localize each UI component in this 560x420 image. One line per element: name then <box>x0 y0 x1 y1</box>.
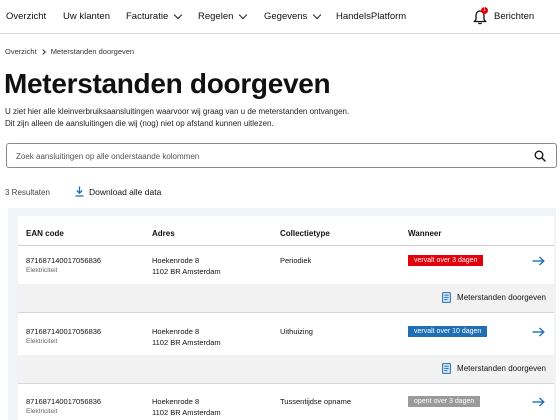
row-action-bar: Meterstanden doorgeven <box>18 284 554 312</box>
nav-item-facturatie[interactable]: Facturatie <box>126 10 183 22</box>
nav-item-label: HandelsPlatform <box>336 11 407 22</box>
address-line: Hoekenrode 8 <box>152 327 200 336</box>
address-line: Hoekenrode 8 <box>152 256 200 265</box>
nav-item-label: Gegevens <box>264 11 308 22</box>
table-row[interactable]: 871687140017056836 Elektriciteit Hoekenr… <box>18 313 554 355</box>
action-label: Meterstanden doorgeven <box>457 364 546 373</box>
arrow-right-icon[interactable] <box>532 327 545 337</box>
address-line: Hoekenrode 8 <box>152 397 200 406</box>
column-header-wanneer: Wanneer <box>408 229 442 238</box>
intro-line: Dit zijn alleen de aansluitingen die wij… <box>5 119 274 128</box>
table-row[interactable]: 871687140017056836 Elektriciteit Hoekenr… <box>18 246 554 284</box>
address-city: 1102 BR Amsterdam <box>152 338 221 347</box>
download-icon <box>75 186 84 197</box>
meterstanden-doorgeven-button[interactable]: Meterstanden doorgeven <box>442 363 546 374</box>
download-label: Download alle data <box>89 186 162 197</box>
intro-line: U ziet hier alle kleinverbruiksaansluiti… <box>5 107 350 116</box>
address-city: 1102 BR Amsterdam <box>152 408 221 417</box>
nav-item-gegevens[interactable]: Gegevens <box>264 10 322 22</box>
action-label: Meterstanden doorgeven <box>457 293 546 302</box>
search-icon[interactable] <box>534 150 546 162</box>
collection-type: Uithuizing <box>280 327 313 336</box>
ean-code: 871687140017056836 <box>26 256 102 265</box>
status-badge: vervalt over 10 dagen <box>408 326 488 337</box>
collection-type: Tussentijdse opname <box>280 397 352 406</box>
column-header-adres: Adres <box>152 229 175 238</box>
row-action-bar: Meterstanden doorgeven <box>18 355 554 383</box>
collection-type: Periodiek <box>280 256 312 265</box>
nav-item-handelsplatform[interactable]: HandelsPlatform <box>336 11 406 22</box>
column-header-ean: EAN code <box>26 229 64 238</box>
results-table: EAN code Adres Collectietype Wanneer 871… <box>18 216 554 420</box>
nav-item-uw-klanten[interactable]: Uw klanten <box>63 11 110 22</box>
top-navigation: Overzicht Uw klanten Facturatie Regelen … <box>0 0 560 34</box>
chevron-right-icon <box>39 48 46 55</box>
nav-item-label: Uw klanten <box>63 11 110 22</box>
chevron-down-icon <box>174 10 183 19</box>
nav-item-label: Overzicht <box>6 11 47 22</box>
page-title: Meterstanden doorgeven <box>4 68 331 99</box>
meterstanden-doorgeven-button[interactable]: Meterstanden doorgeven <box>442 292 546 303</box>
document-icon <box>442 363 451 374</box>
column-header-collectietype: Collectietype <box>280 229 330 238</box>
chevron-down-icon <box>239 10 248 19</box>
energy-type: Elektriciteit <box>26 338 58 345</box>
ean-code: 871687140017056836 <box>26 397 102 406</box>
energy-type: Elektriciteit <box>26 267 58 274</box>
search-box <box>6 143 557 168</box>
arrow-right-icon[interactable] <box>532 256 545 266</box>
table-row[interactable]: 871687140017056836 Elektriciteit Hoekenr… <box>18 384 554 420</box>
results-table-container: EAN code Adres Collectietype Wanneer 871… <box>8 208 556 420</box>
search-input[interactable] <box>16 149 516 163</box>
nav-item-overzicht[interactable]: Overzicht <box>6 11 46 22</box>
nav-item-regelen[interactable]: Regelen <box>198 10 248 22</box>
ean-code: 871687140017056836 <box>26 327 102 336</box>
nav-item-label: Facturatie <box>126 11 169 22</box>
document-icon <box>442 292 451 303</box>
notification-badge: 1 <box>481 7 488 14</box>
chevron-down-icon <box>313 10 322 19</box>
messages-label: Berichten <box>494 11 535 22</box>
download-all-button[interactable]: Download alle data <box>75 186 161 197</box>
breadcrumb-link-overzicht[interactable]: Overzicht <box>5 47 37 56</box>
energy-type: Elektriciteit <box>26 408 58 415</box>
status-badge: opent over 3 dagen <box>408 396 481 407</box>
results-count: 3 Resultaten <box>5 188 50 197</box>
breadcrumb: Overzicht Meterstanden doorgeven <box>5 47 134 56</box>
nav-item-label: Regelen <box>198 11 234 22</box>
messages-link[interactable]: Berichten <box>494 11 534 22</box>
status-badge: vervalt over 3 dagen <box>408 255 484 266</box>
page-intro: U ziet hier alle kleinverbruiksaansluiti… <box>5 106 349 130</box>
breadcrumb-current: Meterstanden doorgeven <box>50 47 135 56</box>
arrow-right-icon[interactable] <box>532 397 545 407</box>
address-city: 1102 BR Amsterdam <box>152 267 221 276</box>
